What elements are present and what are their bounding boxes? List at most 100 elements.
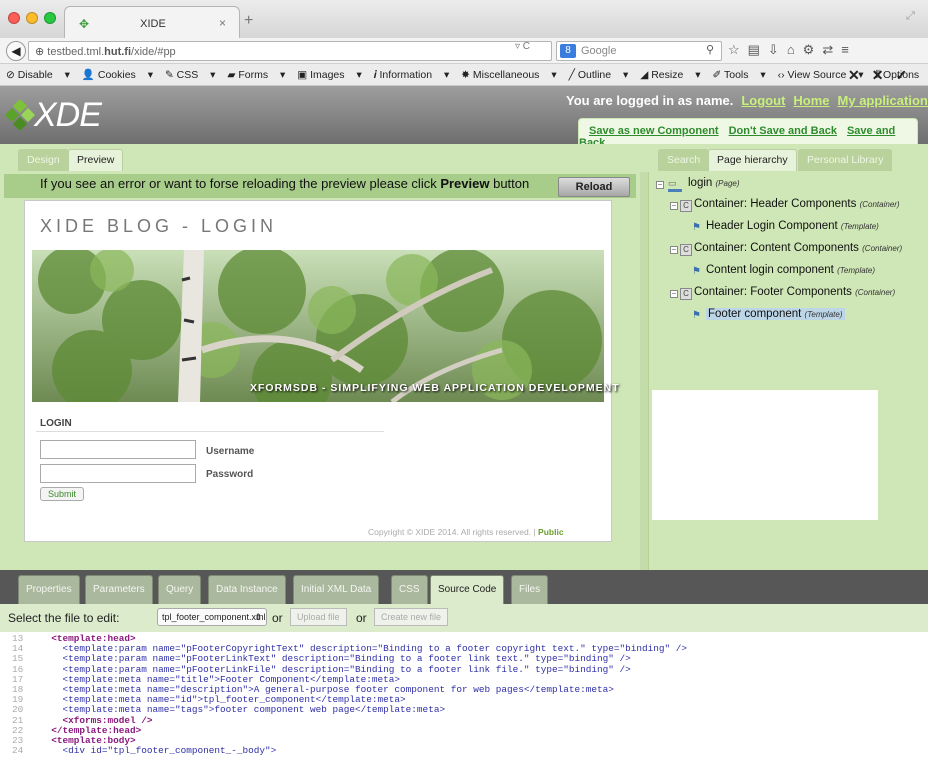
tab-files[interactable]: Files	[511, 575, 549, 604]
url-prefix: testbed.tml.	[47, 46, 105, 58]
tree-node-header-container[interactable]: Container: Header Components (Container)	[694, 198, 900, 210]
tree-node-content-container[interactable]: Container: Content Components (Container…	[694, 242, 902, 254]
template-icon: ⚑	[692, 310, 701, 321]
search-engine-icon[interactable]: 8	[560, 44, 576, 58]
close-tab-icon[interactable]: ×	[219, 16, 226, 30]
app-logo[interactable]: XDE	[34, 96, 102, 135]
bookmark-miscellaneous[interactable]: ✸ Miscellaneous ▾	[461, 69, 556, 81]
bookmark-resize[interactable]: ◢ Resize ▾	[640, 69, 700, 81]
container-icon: C	[680, 200, 692, 212]
username-label: Username	[206, 446, 255, 457]
banner-image	[32, 250, 604, 402]
browser-tab-title: XIDE	[140, 18, 166, 30]
logo-diamond-icon	[6, 100, 36, 130]
close-window-icon[interactable]	[8, 12, 20, 24]
globe-icon: ⊕	[35, 46, 48, 58]
public-link[interactable]: Public	[538, 527, 564, 537]
search-icon[interactable]: ⚲	[706, 43, 714, 56]
template-icon: ⚑	[692, 266, 701, 277]
login-status: You are logged in as name. Logout Home My a…	[566, 93, 928, 108]
container-icon: C	[680, 244, 692, 256]
tree-node-header-login-component[interactable]: Header Login Component (Template)	[706, 220, 879, 232]
bookmark-outline[interactable]: ╱ Outline ▾	[569, 69, 629, 81]
hierarchy-blank-area	[652, 390, 878, 520]
tab-page-hierarchy[interactable]: Page hierarchy	[708, 149, 797, 171]
tab-source-code[interactable]: Source Code	[430, 575, 505, 604]
tab-parameters[interactable]: Parameters	[85, 575, 153, 604]
tab-design[interactable]: Design	[18, 149, 69, 171]
container-icon: C	[680, 288, 692, 300]
or-label: or	[272, 611, 283, 625]
bookmark-disable[interactable]: ⊘ Disable ▾	[6, 69, 70, 81]
toolbar-icons[interactable]: ☆▤⇩⌂⚙⇄≡	[728, 42, 857, 58]
bookmark-forms[interactable]: ▰ Forms ▾	[227, 69, 285, 81]
or-label: or	[356, 611, 367, 625]
reload-button[interactable]: Reload	[558, 177, 630, 197]
collapse-toggle-icon[interactable]: −	[670, 290, 678, 298]
tab-preview[interactable]: Preview	[68, 149, 124, 171]
file-select-dropdown[interactable]: tpl_footer_component.xml ⇕	[157, 608, 267, 626]
select-file-label: Select the file to edit:	[8, 611, 120, 625]
tree-node-content-login-component[interactable]: Content login component (Template)	[706, 264, 875, 276]
minimize-window-icon[interactable]	[26, 12, 38, 24]
banner-caption: XFORMSDB - SIMPLIFYING WEB APPLICATION D…	[250, 382, 620, 394]
code-line: 22 </template:head>	[12, 724, 142, 736]
collapse-toggle-icon[interactable]: −	[656, 181, 664, 189]
tab-data-instance[interactable]: Data Instance	[208, 575, 286, 604]
copyright-footer: Copyright © XIDE 2014. All rights reserv…	[368, 527, 564, 537]
collapse-toggle-icon[interactable]: −	[670, 202, 678, 210]
dont-save-and-back-link[interactable]: Don't Save and Back	[729, 125, 837, 137]
bookmark-images[interactable]: ▣ Images ▾	[297, 69, 361, 81]
tree-node-login[interactable]: login (Page)	[688, 177, 740, 189]
chevron-updown-icon: ⇕	[254, 612, 262, 622]
submit-button[interactable]: Submit	[40, 487, 84, 501]
preview-notice: If you see an error or want to forse rel…	[4, 174, 636, 198]
create-new-file-button[interactable]: Create new file	[374, 608, 449, 626]
tab-properties[interactable]: Properties	[18, 575, 80, 604]
bookmarks-toolbar: ⊘ Disable ▾ 👤 Cookies ▾ ✎ CSS ▾ ▰ Forms …	[0, 64, 928, 86]
tab-search[interactable]: Search	[658, 149, 710, 171]
my-applications-link[interactable]: My applications	[838, 93, 928, 108]
reload-page-icon[interactable]: ▿ C	[515, 41, 530, 52]
collapse-toggle-icon[interactable]: −	[670, 246, 678, 254]
upload-file-button[interactable]: Upload file	[290, 608, 347, 626]
url-field[interactable]: ⊕ testbed.tml.hut.fi/xide/#pp	[28, 41, 552, 61]
search-placeholder: Google	[581, 45, 617, 57]
url-host: hut.fi	[104, 46, 132, 58]
toolbar-status-icons[interactable]: ✕✕✓	[848, 67, 919, 84]
tab-query[interactable]: Query	[158, 575, 202, 604]
logout-link[interactable]: Logout	[741, 93, 785, 108]
bookmark-cookies[interactable]: 👤 Cookies ▾	[82, 69, 153, 81]
save-as-new-component-link[interactable]: Save as new Component	[589, 125, 719, 137]
tree-node-footer-component[interactable]: Footer component (Template)	[706, 308, 845, 320]
login-heading: LOGIN	[40, 418, 72, 429]
home-link[interactable]: Home	[793, 93, 829, 108]
password-input[interactable]	[40, 464, 196, 483]
tab-personal-library[interactable]: Personal Library	[798, 149, 893, 171]
file-select-bar: Select the file to edit:	[0, 604, 928, 632]
blog-title: XIDE BLOG - LOGIN	[40, 216, 278, 236]
bookmark-tools[interactable]: ✐ Tools ▾	[712, 69, 765, 81]
search-field[interactable]: Google	[556, 41, 722, 61]
page-icon: ▭	[668, 178, 682, 192]
bookmark-css[interactable]: ✎ CSS ▾	[165, 69, 216, 81]
login-divider	[36, 431, 384, 432]
password-label: Password	[206, 469, 254, 480]
new-tab-icon[interactable]: +	[244, 12, 253, 30]
fullscreen-icon[interactable]: ⤢	[906, 10, 915, 23]
save-actions-bar: Save as new Component Don't Save and Back…	[578, 118, 918, 149]
template-icon: ⚑	[692, 222, 701, 233]
url-path: /xide/#pp	[131, 46, 176, 58]
code-line: 24 <div id="tpl_footer_component_-_body"…	[12, 745, 277, 757]
tab-css[interactable]: CSS	[391, 575, 428, 604]
zoom-window-icon[interactable]	[44, 12, 56, 24]
username-input[interactable]	[40, 440, 196, 459]
source-code-editor[interactable]: 13 <template:head> 14 <template:param na…	[0, 632, 928, 774]
pane-splitter[interactable]	[640, 172, 648, 570]
browser-tab[interactable]: ✥ XIDE ×	[64, 6, 240, 38]
tab-initial-xml-data[interactable]: Initial XML Data	[293, 575, 380, 604]
back-button[interactable]: ◀	[6, 41, 26, 61]
tree-node-footer-container[interactable]: Container: Footer Components (Container)	[694, 286, 895, 298]
bookmark-information[interactable]: 𝒊 Information ▾	[374, 69, 450, 81]
logged-in-text: You are logged in as name.	[566, 93, 734, 108]
